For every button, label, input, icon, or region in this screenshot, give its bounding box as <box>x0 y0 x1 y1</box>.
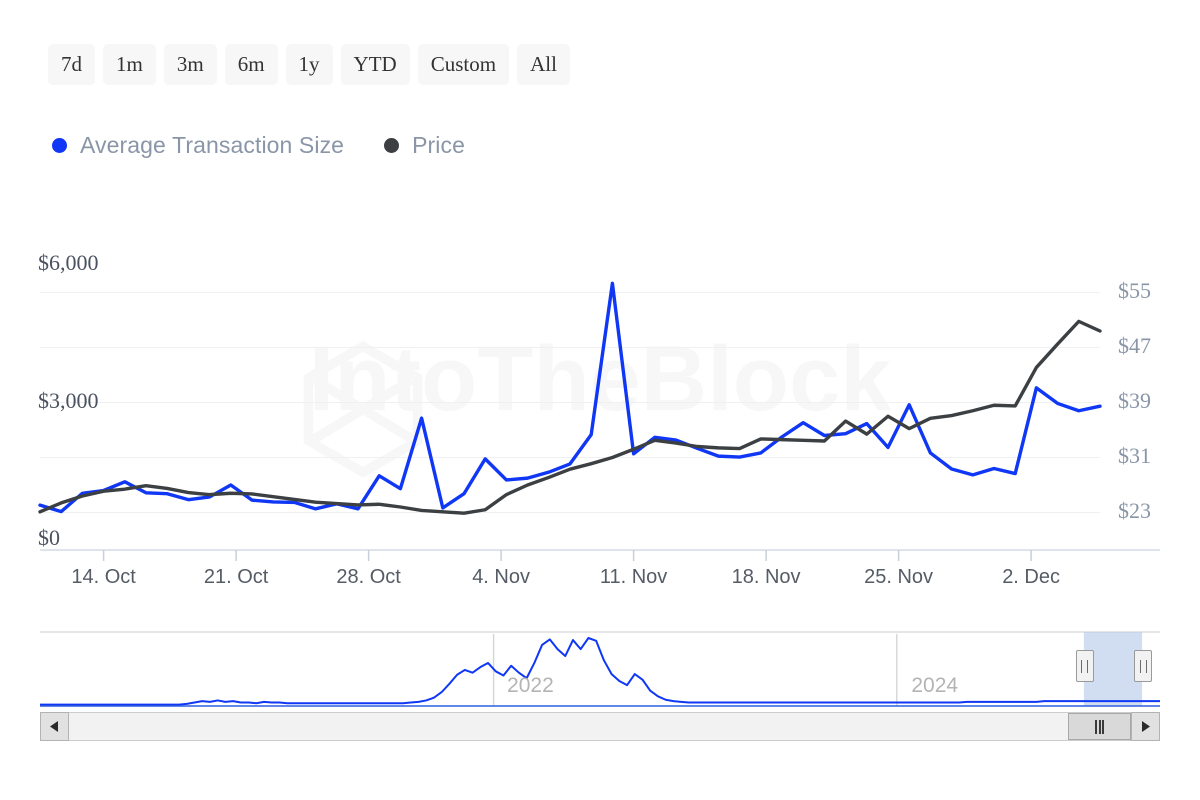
legend-label: Price <box>412 132 465 158</box>
x-axis <box>40 549 1160 561</box>
scroll-left-arrow-icon[interactable] <box>40 712 69 741</box>
range-button-1y[interactable]: 1y <box>285 44 333 85</box>
left-triangle-icon <box>50 721 58 732</box>
x-axis-label: 28. Oct <box>336 566 401 588</box>
y-axis-right-label: $39 <box>1118 387 1151 413</box>
handle-grip-icon <box>1139 659 1147 673</box>
navigator-series-line <box>40 637 1160 706</box>
x-axis-label: 18. Nov <box>731 566 801 588</box>
range-selector: 7d 1m 3m 6m 1y YTD Custom All <box>48 44 570 85</box>
chart-canvas: IntoTheBlock <box>38 281 1160 561</box>
range-button-all[interactable]: All <box>517 44 570 85</box>
legend-circle-marker-icon <box>384 138 400 153</box>
navigator-right-handle[interactable] <box>1134 650 1153 682</box>
watermark: IntoTheBlock <box>303 328 892 478</box>
y-axis-right-label: $23 <box>1118 497 1151 523</box>
scrollbar-track[interactable] <box>69 712 1131 741</box>
y-axis-left-label: $6,000 <box>38 250 99 275</box>
x-axis-label: 11. Nov <box>599 566 668 588</box>
scroll-right-arrow-icon[interactable] <box>1131 712 1160 741</box>
range-button-ytd[interactable]: YTD <box>340 44 410 85</box>
navigator-scrollbar[interactable] <box>40 712 1160 741</box>
y-axis-right-label: $31 <box>1118 442 1151 468</box>
y-axis-left-label: $3,000 <box>38 387 99 413</box>
y-axis-left-label: $0 <box>38 525 60 550</box>
x-axis-label: 25. Nov <box>864 566 934 588</box>
navigator[interactable]: 2022 2024 <box>40 622 1160 717</box>
x-axis-label: 21. Oct <box>203 566 269 588</box>
y-axis-right-label: $55 <box>1118 277 1151 303</box>
right-triangle-icon <box>1142 721 1150 732</box>
x-axis-label: 4. Nov <box>472 566 530 588</box>
y-axis-right-label: $47 <box>1118 332 1151 358</box>
legend-label: Average Transaction Size <box>80 132 345 158</box>
range-button-6m[interactable]: 6m <box>224 44 278 85</box>
range-button-7d[interactable]: 7d <box>48 44 95 85</box>
navigator-year-label: 2024 <box>911 674 959 697</box>
scrollbar-thumb[interactable] <box>1068 713 1131 740</box>
range-button-1m[interactable]: 1m <box>103 44 156 85</box>
navigator-year-label: 2022 <box>507 674 554 697</box>
gridlines <box>40 292 1100 513</box>
scrollbar-thumb-grip-icon <box>1095 719 1104 734</box>
range-button-custom[interactable]: Custom <box>417 44 510 85</box>
x-axis-label: 14. Oct <box>71 566 136 588</box>
range-button-3m[interactable]: 3m <box>163 44 217 85</box>
handle-grip-icon <box>1081 659 1089 673</box>
legend-item-price[interactable]: Price <box>384 132 465 159</box>
main-chart-plot-area[interactable]: IntoTheBlock $0 $3,000 $6,000 $23 $31 $39 $47 $… <box>0 230 1200 590</box>
navigator-left-handle[interactable] <box>1075 650 1094 682</box>
chart-legend: Average Transaction Size Price <box>52 132 465 159</box>
legend-circle-marker-icon <box>52 138 67 153</box>
x-axis-label: 2. Dec <box>1002 566 1060 588</box>
legend-item-average-transaction-size[interactable]: Average Transaction Size <box>52 132 344 159</box>
navigator-canvas <box>40 631 1160 707</box>
